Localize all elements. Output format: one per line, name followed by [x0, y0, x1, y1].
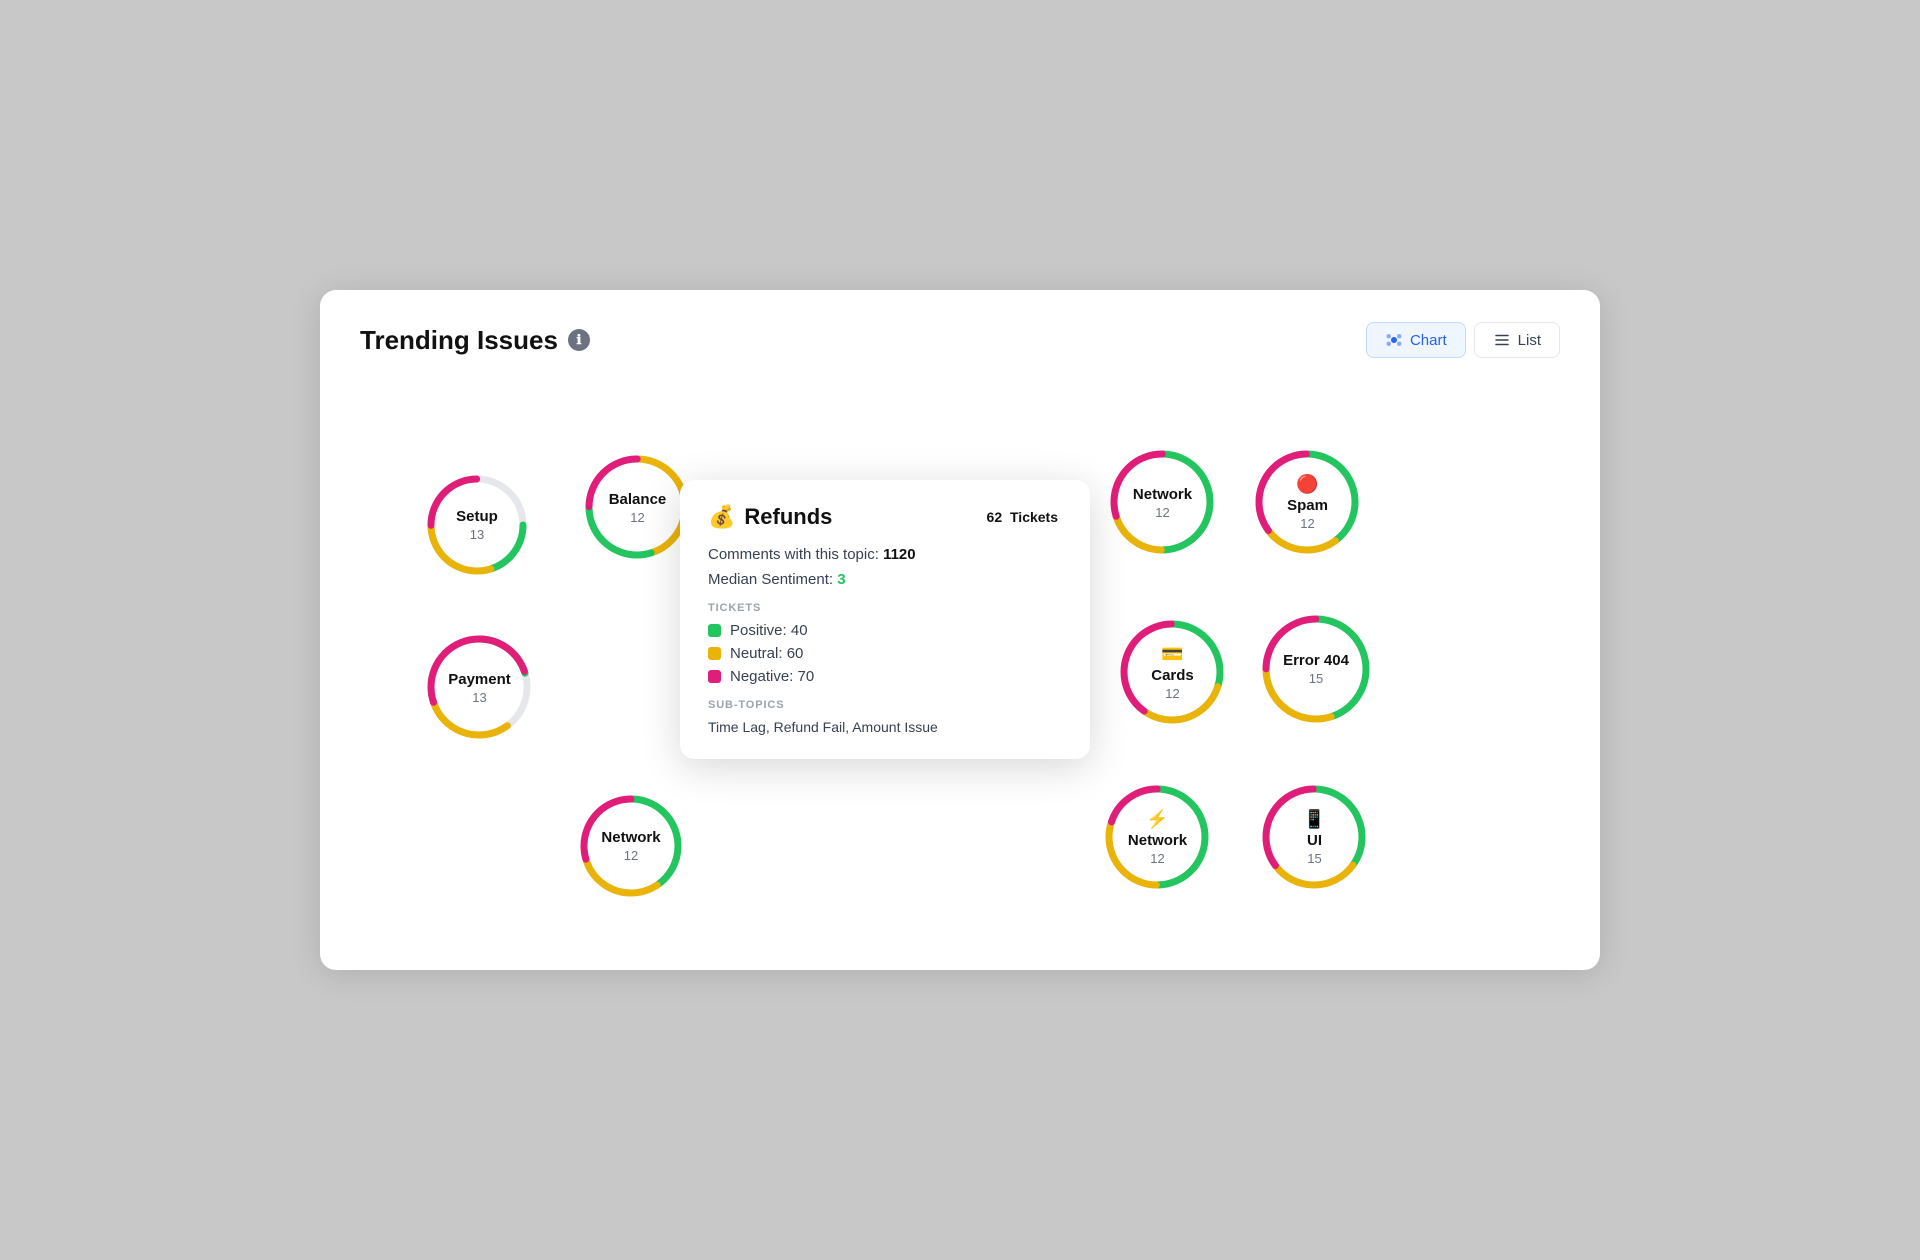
- cards-emoji: 💳: [1161, 644, 1183, 665]
- bubble-cards[interactable]: 💳 Cards 12: [1115, 615, 1230, 730]
- list-toggle-button[interactable]: List: [1474, 322, 1560, 358]
- tooltip-positive-row: Positive: 40: [708, 622, 1062, 639]
- bubble-network-mid[interactable]: Network 12: [575, 790, 687, 902]
- chart-toggle-button[interactable]: Chart: [1366, 322, 1466, 358]
- tooltip-tickets-count: 62: [987, 509, 1003, 525]
- tooltip-title: 💰 Refunds: [708, 504, 832, 530]
- ui-label: UI: [1307, 832, 1322, 849]
- tooltip-subtopics-value: Time Lag, Refund Fail, Amount Issue: [708, 719, 1062, 735]
- network-top-label: Network: [1133, 486, 1192, 503]
- cards-label: Cards: [1151, 667, 1194, 684]
- tooltip-tickets: 62 Tickets: [987, 509, 1062, 525]
- network-bot-label: Network: [1128, 832, 1187, 849]
- chart-icon: [1385, 331, 1403, 349]
- bubble-balance[interactable]: Balance 12: [580, 450, 695, 565]
- error404-label: Error 404: [1283, 652, 1349, 669]
- negative-dot: [708, 670, 721, 683]
- payment-label: Payment: [448, 671, 511, 688]
- setup-label: Setup: [456, 508, 498, 525]
- tooltip-neutral-row: Neutral: 60: [708, 645, 1062, 662]
- ui-emoji: 📱: [1303, 809, 1325, 830]
- tooltip-refunds: 💰 Refunds 62 Tickets Comments with this …: [680, 480, 1090, 759]
- network-mid-label: Network: [601, 829, 660, 846]
- error404-count: 15: [1309, 671, 1323, 686]
- cards-count: 12: [1165, 686, 1179, 701]
- payment-count: 13: [472, 690, 486, 705]
- spam-label: Spam: [1287, 497, 1328, 514]
- tooltip-title-text: Refunds: [744, 504, 832, 530]
- page-title: Trending Issues: [360, 325, 558, 356]
- bubble-setup[interactable]: Setup 13: [422, 470, 532, 580]
- tooltip-comments-label: Comments with this topic:: [708, 546, 883, 563]
- bubble-ui[interactable]: 📱 UI 15: [1257, 780, 1372, 895]
- bubble-network-bot[interactable]: ⚡ Network 12: [1100, 780, 1215, 895]
- balance-label: Balance: [609, 491, 667, 508]
- header-left: Trending Issues ℹ: [360, 325, 590, 356]
- tooltip-sentiment-label: Median Sentiment:: [708, 571, 837, 588]
- tooltip-sentiment-row: Median Sentiment: 3: [708, 571, 1062, 588]
- tooltip-tickets-label: Tickets: [1010, 509, 1058, 525]
- chart-label: Chart: [1410, 332, 1447, 349]
- network-bot-emoji: ⚡: [1146, 809, 1168, 830]
- setup-count: 13: [470, 527, 484, 542]
- spam-emoji: 🔴: [1296, 474, 1318, 495]
- ui-count: 15: [1307, 851, 1321, 866]
- bubble-network-top[interactable]: Network 12: [1105, 445, 1220, 560]
- bubble-payment[interactable]: Payment 13: [422, 630, 537, 745]
- tooltip-sentiment-value: 3: [837, 571, 845, 588]
- list-icon: [1493, 331, 1511, 349]
- bubbles-area: Setup 13 Balance 12: [360, 390, 1560, 930]
- tooltip-comments-row: Comments with this topic: 1120: [708, 546, 1062, 563]
- network-top-count: 12: [1155, 505, 1169, 520]
- tooltip-header: 💰 Refunds 62 Tickets: [708, 504, 1062, 530]
- neutral-dot: [708, 647, 721, 660]
- spam-count: 12: [1300, 516, 1314, 531]
- positive-dot: [708, 624, 721, 637]
- tooltip-comments-value: 1120: [883, 546, 916, 563]
- tooltip-negative-row: Negative: 70: [708, 668, 1062, 685]
- tooltip-subtopics-section: SUB-TOPICS: [708, 699, 1062, 711]
- header: Trending Issues ℹ Chart: [360, 322, 1560, 358]
- info-icon[interactable]: ℹ: [568, 329, 590, 351]
- bubble-error404[interactable]: Error 404 15: [1257, 610, 1375, 728]
- main-card: Trending Issues ℹ Chart: [320, 290, 1600, 970]
- view-toggle: Chart List: [1366, 322, 1560, 358]
- network-mid-count: 12: [624, 848, 638, 863]
- network-bot-count: 12: [1150, 851, 1164, 866]
- list-label: List: [1518, 332, 1541, 349]
- bubble-spam[interactable]: 🔴 Spam 12: [1250, 445, 1365, 560]
- tooltip-tickets-section: TICKETS: [708, 602, 1062, 614]
- balance-count: 12: [630, 510, 644, 525]
- tooltip-emoji: 💰: [708, 504, 735, 530]
